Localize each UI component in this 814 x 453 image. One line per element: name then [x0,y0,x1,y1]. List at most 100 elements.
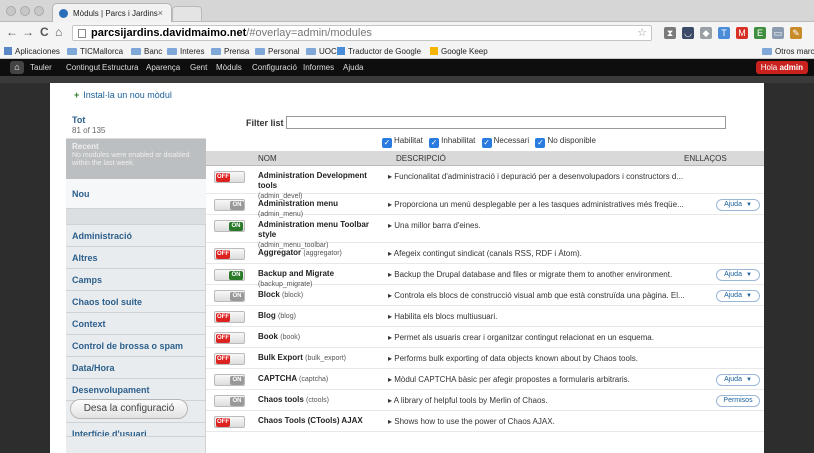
module-description[interactable]: ▸ Shows how to use the power of Chaos AJ… [388,417,728,426]
filter-habilitat[interactable]: ✓ Habilitat [378,136,423,148]
user-greeting[interactable]: Hola admin [755,61,808,74]
module-machine-name: (aggregator) [303,250,342,257]
close-window-dot[interactable] [6,6,16,16]
module-description[interactable]: ▸ Funcionalitat d'administració i depura… [388,172,728,181]
extension-pen-icon[interactable]: ✎ [790,27,802,39]
folder-icon [131,48,141,55]
module-link-button[interactable]: Ajuda ▼ [716,374,760,386]
forward-icon[interactable]: → [22,25,34,39]
module-name: Blog (blog) [258,311,296,320]
module-machine-name: (ctools) [306,397,329,404]
zoom-window-dot[interactable] [34,6,44,16]
checkbox-checked-icon: ✓ [481,138,492,148]
bookmark-google-keep[interactable]: Google Keep [430,47,488,56]
module-description[interactable]: ▸ Backup the Drupal database and files o… [388,270,728,279]
extension-hourglass-icon[interactable]: ⧗ [664,27,676,39]
tab-nou[interactable]: Nou [66,179,206,209]
back-icon[interactable]: ← [6,25,18,39]
module-description[interactable]: ▸ Mòdul CAPTCHA bàsic per afegir propost… [388,375,728,384]
module-toggle[interactable]: OFF [214,248,245,260]
module-link-button[interactable]: Permisos [716,395,760,407]
bookmark-prensa[interactable]: Prensa [211,47,249,56]
extension-screen-icon[interactable]: ▭ [772,27,784,39]
toolbar-configuracio[interactable]: Configuració [252,63,297,72]
tab-camps[interactable]: Camps [66,269,206,291]
tab-recent-desc: No modules were enabled or disabled with… [72,152,190,167]
filter-inhabilitat[interactable]: ✓ Inhabilitat [425,136,475,148]
bookmark-ticmallorca[interactable]: TICMallorca [67,47,123,56]
toolbar-estructura[interactable]: Estructura [102,63,138,72]
folder-icon [762,48,772,55]
toggle-knob: OFF [216,173,230,182]
bookmark-banc[interactable]: Banc [131,47,162,56]
extension-evernote-icon[interactable]: E [754,27,766,39]
extension-translate-icon[interactable]: T [718,27,730,39]
module-machine-name: (blog) [278,313,296,320]
module-link-button[interactable]: Ajuda ▼ [716,290,760,302]
home-icon[interactable]: ⌂ [55,25,62,39]
toolbar-contingut[interactable]: Contingut [66,63,100,72]
new-tab-button[interactable] [172,6,202,22]
minimize-window-dot[interactable] [20,6,30,16]
user-name: admin [779,63,803,72]
module-toggle[interactable]: ON [214,220,245,232]
module-toggle[interactable]: OFF [214,171,245,183]
bookmark-interes[interactable]: Interes [167,47,204,56]
toolbar-tauler[interactable]: Tauler [30,63,52,72]
toggle-knob: ON [230,201,244,210]
extension-shield-icon[interactable]: ◆ [700,27,712,39]
toggle-knob: ON [230,397,244,406]
home-icon[interactable]: ⌂ [10,61,24,74]
bookmark-uoc[interactable]: UOC [306,47,337,56]
tab-chaos-tool-suite[interactable]: Chaos tool suite [66,291,206,313]
table-row: ON CAPTCHA (captcha) ▸ Mòdul CAPTCHA bàsic… [206,370,764,390]
reload-icon[interactable]: C [40,25,49,39]
module-link-button[interactable]: Ajuda ▼ [716,269,760,281]
toolbar-informes[interactable]: Informes [303,63,334,72]
toolbar-ajuda[interactable]: Ajuda [343,63,363,72]
toolbar-gent[interactable]: Gent [190,63,207,72]
bookmark-personal[interactable]: Personal [255,47,300,56]
tab-tot[interactable]: Tot 81 of 135 [66,111,206,139]
bookmark-otros[interactable]: Otros marc [762,47,814,56]
browser-tab[interactable]: Mòduls | Parcs i Jardins × [52,3,172,22]
tab-control-brossa[interactable]: Control de brossa o spam [66,335,206,357]
bookmark-aplicaciones[interactable]: Aplicaciones [4,47,60,56]
module-link-button[interactable]: Ajuda ▼ [716,199,760,211]
module-toggle[interactable]: OFF [214,332,245,344]
tab-interficie-usuari[interactable]: Interfície d'usuari [66,423,206,437]
filter-necessari[interactable]: ✓ Necessari [478,136,529,148]
tab-recent[interactable]: Recent No modules were enabled or disabl… [66,139,206,179]
tab-close-icon[interactable]: × [158,8,163,18]
install-module-link[interactable]: + Instal·la un nou mòdul [74,90,172,100]
tab-data-hora[interactable]: Data/Hora [66,357,206,379]
save-config-button[interactable]: Desa la configuració [70,399,188,419]
module-description[interactable]: ▸ Performs bulk exporting of data object… [388,354,728,363]
filter-no-disponible[interactable]: ✓ No disponible [531,136,596,148]
module-toggle[interactable]: OFF [214,416,245,428]
module-description[interactable]: ▸ Afegeix contingut sindicat (canals RSS… [388,249,728,258]
module-description[interactable]: ▸ A library of helpful tools by Merlin o… [388,396,728,405]
tab-administracio[interactable]: Administració [66,225,206,247]
extension-gmail-icon[interactable]: M [736,27,748,39]
extension-pocket-icon[interactable]: ◡ [682,27,694,39]
module-toggle[interactable]: ON [214,269,245,281]
toolbar-moduls[interactable]: Mòduls [216,63,242,72]
tab-altres[interactable]: Altres [66,247,206,269]
tab-desenvolupament[interactable]: Desenvolupament [66,379,206,401]
module-toggle[interactable]: OFF [214,311,245,323]
module-description[interactable]: ▸ Controla els blocs de construcció visu… [388,291,728,300]
filter-input[interactable] [286,116,726,129]
bookmark-star-icon[interactable]: ☆ [637,26,647,39]
module-description[interactable]: ▸ Habilita els blocs multiusuari. [388,312,728,321]
module-toggle[interactable]: OFF [214,353,245,365]
module-machine-name: (block) [282,292,304,299]
bookmark-traductor[interactable]: Traductor de Google [337,47,421,56]
module-description[interactable]: ▸ Una millor barra d'eines. [388,221,728,230]
modules-table-header: NOM DESCRIPCIÓ ENLLAÇOS [206,151,764,166]
module-description[interactable]: ▸ Proporciona un menú desplegable per a … [388,200,728,209]
tab-context[interactable]: Context [66,313,206,335]
toolbar-aparenca[interactable]: Aparença [146,63,180,72]
module-description[interactable]: ▸ Permet als usuaris crear i organitzar … [388,333,728,342]
url-input[interactable]: parcsijardins.davidmaimo.net/#overlay=ad… [72,25,652,41]
